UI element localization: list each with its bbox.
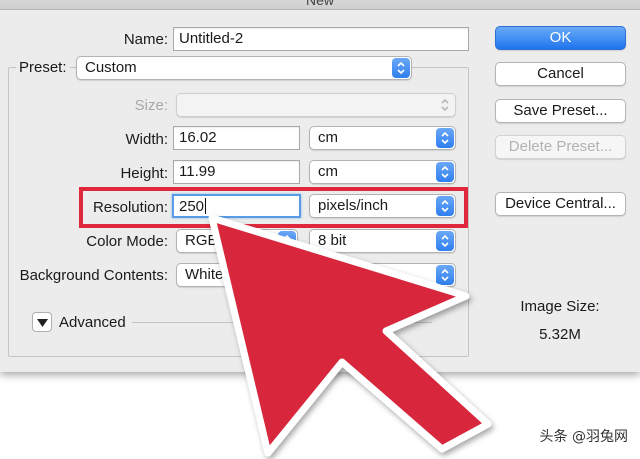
watermark-text: 头条 @羽兔网 bbox=[539, 429, 628, 445]
annotation-arrow-icon bbox=[208, 214, 492, 457]
